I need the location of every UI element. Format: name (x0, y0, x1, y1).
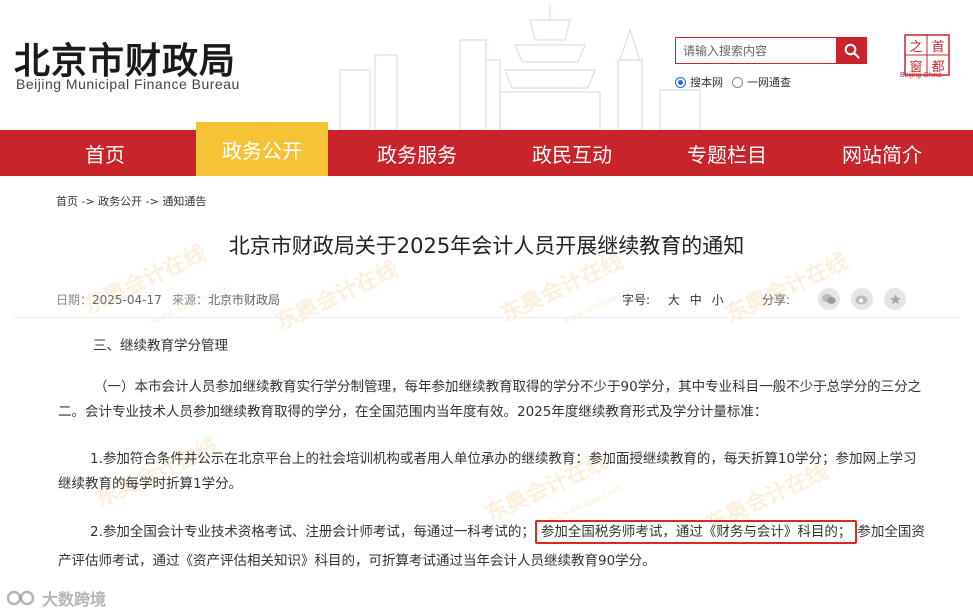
font-medium-button[interactable]: 中 (690, 293, 702, 307)
seal-char: 之 (909, 40, 922, 55)
paragraph-3-part-a: 2.参加全国会计专业技术资格考试、注册会计师考试，每通过一科考试的； (90, 524, 535, 540)
corner-logo-text: 大数跨境 (42, 590, 107, 609)
font-large-button[interactable]: 大 (668, 293, 680, 307)
site-subtitle: Beijing Municipal Finance Bureau (16, 76, 240, 92)
article-source: 来源：北京市财政局 (172, 291, 280, 308)
radio-unselected[interactable] (732, 76, 743, 88)
font-size-control: 字号: 大 中 小 (622, 291, 724, 308)
article-date: 日期：2025-04-17 (56, 291, 162, 308)
wechat-icon[interactable] (818, 288, 840, 310)
search-icon (844, 43, 860, 59)
weibo-icon[interactable] (851, 288, 873, 310)
scope-site-label: 搜本网 (690, 76, 723, 89)
search-button[interactable] (837, 37, 867, 64)
section-heading: 三、继续教育学分管理 (93, 338, 228, 354)
main-nav: 首页 政务公开 政务服务 政民互动 专题栏目 网站简介 (0, 122, 973, 176)
nav-item-topics[interactable]: 专题栏目 (652, 130, 802, 176)
paragraph-2: 1.参加符合条件并公示在北京平台上的社会培训机构或者用人单位承办的继续教育：参加… (58, 451, 917, 492)
meta-divider (14, 317, 959, 318)
corner-watermark-logo: 大数跨境 (6, 586, 106, 610)
paragraph-1: （一）本市会计人员参加继续教育实行学分制管理，每年参加继续教育取得的学分不少于9… (58, 379, 922, 420)
search-box (675, 37, 837, 64)
share-label: 分享: (762, 293, 791, 307)
source-value: 北京市财政局 (208, 293, 281, 307)
scope-all-label: 一网通查 (747, 76, 791, 89)
scope-site-option[interactable]: 搜本网 (675, 74, 723, 90)
nav-item-about[interactable]: 网站简介 (807, 130, 957, 176)
search-input[interactable] (676, 38, 836, 63)
nav-item-interaction[interactable]: 政民互动 (497, 130, 647, 176)
highlighted-text: 参加全国税务师考试，通过《财务与会计》科目的； (534, 520, 858, 544)
source-label: 来源： (172, 293, 209, 307)
skyline-illustration (339, 5, 701, 130)
date-value: 2025-04-17 (92, 293, 162, 307)
nav-item-gov-affairs[interactable]: 政务公开 (196, 122, 328, 176)
favorite-star-icon[interactable] (884, 288, 906, 310)
seal-char: 首 (931, 40, 944, 55)
brand-logo-icon (6, 590, 35, 606)
nav-item-home[interactable]: 首页 (30, 130, 180, 176)
article-title: 北京市财政局关于2025年会计人员开展继续教育的通知 (228, 234, 745, 258)
date-label: 日期： (56, 293, 93, 307)
font-size-label: 字号: (622, 293, 651, 307)
font-small-button[interactable]: 小 (712, 293, 724, 307)
seal-caption: Beijing·China (900, 72, 942, 79)
watermark: 东奥会计在线 (271, 257, 403, 336)
breadcrumb[interactable]: 首页 -> 政务公开 -> 通知通告 (56, 193, 206, 209)
paragraph-3: 2.参加全国会计专业技术资格考试、注册会计师考试，每通过一科考试的； 参加全国税务… (58, 518, 928, 576)
site-header: 北京市财政局 Beijing Municipal Finance Bureau … (0, 0, 973, 130)
scope-all-option[interactable]: 一网通查 (732, 74, 791, 90)
nav-item-gov-services[interactable]: 政务服务 (342, 130, 492, 176)
radio-selected[interactable] (675, 76, 686, 88)
